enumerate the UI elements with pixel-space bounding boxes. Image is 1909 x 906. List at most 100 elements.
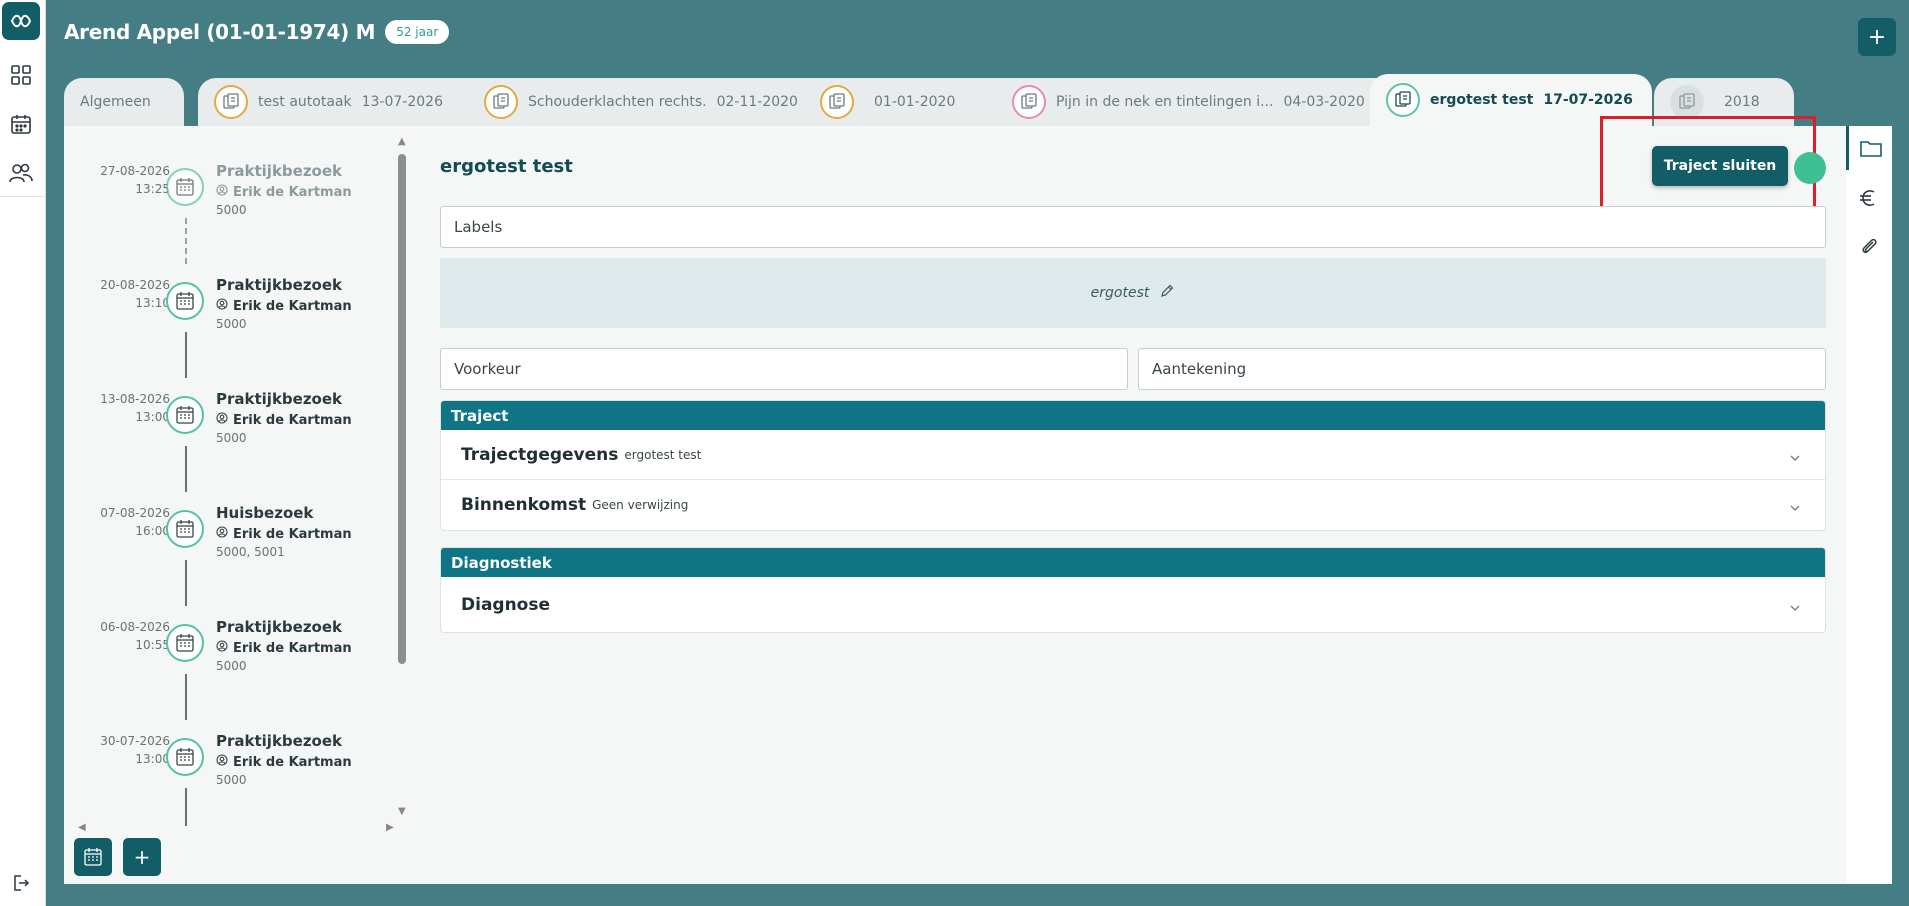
entry-time: 13:00 <box>135 410 170 424</box>
entry-code: 5000 <box>216 659 247 673</box>
row-subtitle: Geen verwijzing <box>592 498 689 512</box>
entry-type: Praktijkbezoek <box>216 390 343 408</box>
entry-code: 5000 <box>216 431 247 445</box>
traject-title: ergotest test <box>440 156 573 177</box>
timeline-entry[interactable]: 20-08-2026 13:10 Praktijkbezoek Erik de K… <box>64 276 404 346</box>
chevron-down-icon[interactable] <box>1789 449 1801 468</box>
timeline-entry[interactable]: 13-08-2026 13:00 Praktijkbezoek Erik de K… <box>64 390 404 460</box>
tab-date: 04-03-2020 <box>1283 94 1365 110</box>
timeline-entry[interactable]: 27-08-2026 13:25 Praktijkbezoek Erik de K… <box>64 162 404 232</box>
entry-type: Praktijkbezoek <box>216 276 343 294</box>
diagnostiek-section: Diagnostiek Diagnose <box>440 547 1826 633</box>
therapist-icon <box>216 298 228 314</box>
tab-pijn-in-de-nek[interactable]: Pijn in de nek en tintelingen i... 04-03… <box>996 78 1394 126</box>
euro-icon[interactable] <box>1846 176 1892 220</box>
traject-icon <box>1386 83 1420 117</box>
appointment-calendar-icon <box>166 282 204 320</box>
rail-divider <box>0 196 46 197</box>
traject-tabs: Algemeen test autotaak 13-07-2026 Schoud… <box>64 74 1844 126</box>
tab-date: 01-01-2020 <box>874 94 956 110</box>
entry-code: 5000 <box>216 773 247 787</box>
timeline-entry[interactable]: 30-07-2026 13:00 Praktijkbezoek Erik de K… <box>64 732 404 802</box>
close-traject-button[interactable]: Traject sluiten <box>1652 146 1788 186</box>
entry-code: 5000, 5001 <box>216 545 285 559</box>
edit-pencil-icon[interactable] <box>1159 283 1175 303</box>
calendar-icon[interactable] <box>8 111 34 137</box>
labels-field[interactable]: Labels <box>440 206 1826 248</box>
therapist-icon <box>216 526 228 542</box>
entry-time: 13:25 <box>135 182 170 196</box>
therapist-icon <box>216 640 228 656</box>
patients-icon[interactable] <box>8 160 34 186</box>
patient-name: Arend Appel (01-01-1974) M <box>64 20 376 44</box>
status-indicator <box>1794 152 1826 184</box>
timeline-scrollbar-thumb[interactable] <box>398 154 406 664</box>
entry-date: 20-08-2026 <box>100 278 170 292</box>
chevron-down-icon[interactable] <box>1789 499 1801 518</box>
logout-icon[interactable] <box>8 870 34 896</box>
section-header: Diagnostiek <box>441 548 1825 577</box>
entry-time: 16:00 <box>135 524 170 538</box>
traject-section: Traject Trajectgegevens ergotest test Bi… <box>440 400 1826 531</box>
left-nav-rail <box>0 0 46 906</box>
chevron-down-icon[interactable] <box>1789 599 1801 618</box>
folder-icon[interactable] <box>1846 126 1892 170</box>
tab-schouderklachten[interactable]: Schouderklachten rechts. 02-11-2020 <box>468 78 860 126</box>
timeline-calendar-button[interactable] <box>74 838 112 876</box>
row-subtitle: ergotest test <box>624 447 702 462</box>
add-appointment-button[interactable]: + <box>123 838 161 876</box>
label-value: ergotest <box>1090 285 1150 301</box>
add-button[interactable]: + <box>1858 18 1896 56</box>
tab-label: Schouderklachten rechts. <box>528 94 707 110</box>
entry-therapist: Erik de Kartman <box>233 640 352 656</box>
appointment-calendar-icon <box>166 168 204 206</box>
entry-time: 13:00 <box>135 752 170 766</box>
entry-date: 07-08-2026 <box>100 506 170 520</box>
tab-label: Pijn in de nek en tintelingen i... <box>1056 94 1274 110</box>
traject-icon <box>214 85 248 119</box>
section-header: Traject <box>441 401 1825 430</box>
aantekening-field[interactable]: Aantekening <box>1138 348 1826 390</box>
appointment-calendar-icon <box>166 624 204 662</box>
therapist-icon <box>216 184 228 200</box>
entry-therapist: Erik de Kartman <box>233 184 352 200</box>
row-title: Trajectgegevens <box>461 444 619 465</box>
scroll-down-arrow-icon[interactable]: ▼ <box>398 806 406 817</box>
binnenkomst-row[interactable]: Binnenkomst Geen verwijzing <box>441 480 1825 530</box>
timeline-entry[interactable]: 07-08-2026 16:00 Huisbezoek Erik de Kartm… <box>64 504 404 574</box>
traject-icon <box>484 85 518 119</box>
labels-display: ergotest <box>440 258 1826 328</box>
therapist-icon <box>216 754 228 770</box>
tab-date: 13-07-2026 <box>361 94 443 110</box>
entry-therapist: Erik de Kartman <box>233 412 352 428</box>
tab-algemeen[interactable]: Algemeen <box>64 78 184 126</box>
trajectgegevens-row[interactable]: Trajectgegevens ergotest test <box>441 430 1825 480</box>
entry-type: Huisbezoek <box>216 504 314 522</box>
diagnose-row[interactable]: Diagnose <box>441 577 1825 632</box>
entry-date: 27-08-2026 <box>100 164 170 178</box>
app-logo-icon[interactable] <box>2 2 40 40</box>
row-title: Diagnose <box>461 594 551 615</box>
appointment-calendar-icon <box>166 738 204 776</box>
timeline-horizontal-scrollbar[interactable]: ◀ ▶ <box>78 822 398 834</box>
scroll-up-arrow-icon[interactable]: ▲ <box>398 136 406 147</box>
appointment-timeline: 27-08-2026 13:25 Praktijkbezoek Erik de K… <box>64 126 412 826</box>
entry-time: 13:10 <box>135 296 170 310</box>
entry-code: 5000 <box>216 203 247 217</box>
dashboard-grid-icon[interactable] <box>8 62 34 88</box>
entry-date: 13-08-2026 <box>100 392 170 406</box>
paperclip-icon[interactable] <box>1846 224 1892 268</box>
therapist-icon <box>216 412 228 428</box>
tab-date: 17-07-2026 <box>1543 92 1633 108</box>
entry-type: Praktijkbezoek <box>216 162 343 180</box>
traject-panel: 27-08-2026 13:25 Praktijkbezoek Erik de K… <box>64 116 1892 884</box>
timeline-entry[interactable]: 06-08-2026 10:55 Praktijkbezoek Erik de K… <box>64 618 404 688</box>
scroll-left-arrow-icon[interactable]: ◀ <box>78 822 86 833</box>
entry-therapist: Erik de Kartman <box>233 754 352 770</box>
scroll-right-arrow-icon[interactable]: ▶ <box>386 822 394 833</box>
row-title: Binnenkomst <box>461 495 587 515</box>
entry-code: 5000 <box>216 317 247 331</box>
appointment-calendar-icon <box>166 510 204 548</box>
entry-therapist: Erik de Kartman <box>233 298 352 314</box>
voorkeur-field[interactable]: Voorkeur <box>440 348 1128 390</box>
